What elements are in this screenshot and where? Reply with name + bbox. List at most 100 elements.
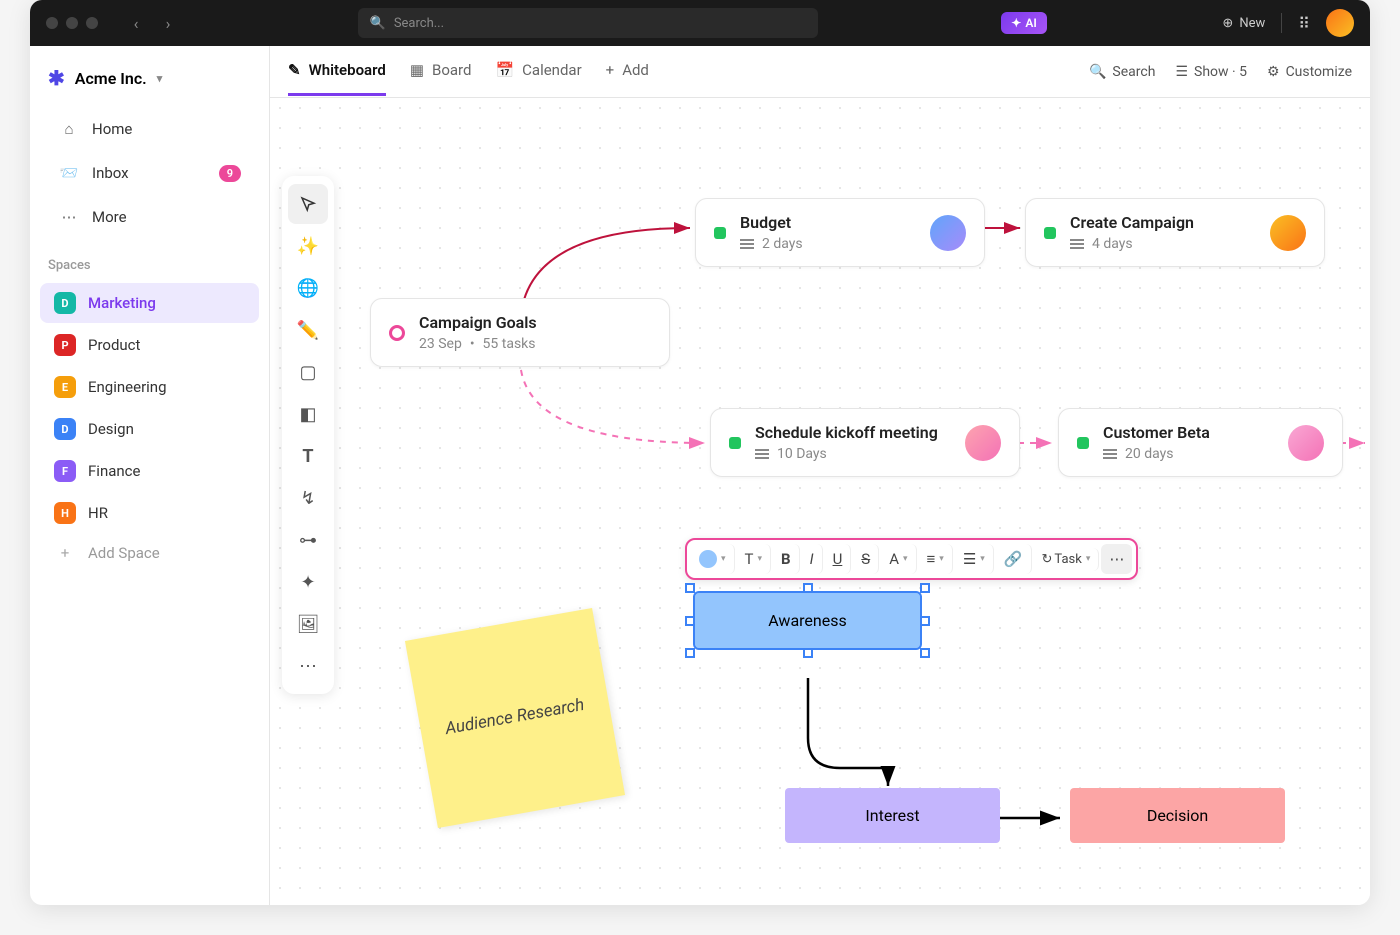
sidebar-space-hr[interactable]: HHR	[40, 493, 259, 533]
list-button[interactable]: ☰▾	[955, 544, 994, 574]
whiteboard-canvas[interactable]: ✨ 🌐 ✏️ ▢ ◧ T ↯ ⊶ ✦ 🖼 ⋯	[270, 98, 1370, 905]
more-format-button[interactable]: ⋯	[1101, 544, 1132, 574]
tab-add[interactable]: + Add	[606, 47, 649, 96]
assignee-avatar[interactable]	[1270, 215, 1306, 251]
assignee-avatar[interactable]	[965, 425, 1001, 461]
tool-more[interactable]: ⋯	[288, 646, 328, 686]
task-card-kickoff[interactable]: Schedule kickoff meeting 10 Days	[710, 408, 1020, 477]
format-toolbar: ▾ T▾ B I U S A▾ ≡▾ ☰▾ 🔗 ↻ Task ▾ ⋯	[685, 538, 1138, 580]
sidebar-item-inbox[interactable]: 📨 Inbox 9	[40, 152, 259, 194]
show-button[interactable]: ☰Show · 5	[1175, 64, 1247, 80]
gear-icon: ⚙	[1267, 64, 1280, 80]
whiteboard-toolbar: ✨ 🌐 ✏️ ▢ ◧ T ↯ ⊶ ✦ 🖼 ⋯	[282, 176, 334, 694]
sidebar-space-engineering[interactable]: E Engineering	[40, 367, 259, 407]
task-card-create-campaign[interactable]: Create Campaign 4 days	[1025, 198, 1325, 267]
font-picker[interactable]: T▾	[737, 544, 771, 574]
shape-awareness[interactable]: Awareness	[695, 593, 920, 648]
tab-calendar[interactable]: 📅 Calendar	[495, 47, 581, 96]
space-label: Marketing	[88, 294, 156, 312]
workspace-logo-icon: ✱	[48, 66, 65, 90]
global-search[interactable]: 🔍 Search...	[358, 8, 818, 38]
align-button[interactable]: ≡▾	[919, 544, 953, 574]
plus-icon: ⊕	[1222, 16, 1233, 31]
whiteboard-icon: ✎	[288, 61, 301, 79]
tool-cursor[interactable]	[288, 184, 328, 224]
back-button[interactable]: ‹	[122, 9, 150, 37]
tool-shape[interactable]: ▢	[288, 352, 328, 392]
status-indicator	[1044, 227, 1056, 239]
convert-task-button[interactable]: ↻ Task ▾	[1034, 548, 1100, 571]
italic-button[interactable]: I	[802, 544, 823, 574]
search-icon: 🔍	[1089, 64, 1106, 80]
task-card-campaign-goals[interactable]: Campaign Goals 23 Sep • 55 tasks	[370, 298, 670, 367]
tool-web[interactable]: 🌐	[288, 268, 328, 308]
sidebar-space-product[interactable]: P Product	[40, 325, 259, 365]
space-icon: E	[54, 376, 76, 398]
tool-sticky[interactable]: ◧	[288, 394, 328, 434]
status-indicator	[1077, 437, 1089, 449]
task-card-budget[interactable]: Budget 2 days	[695, 198, 985, 267]
home-icon: ⌂	[58, 118, 80, 140]
tool-ai[interactable]: ✨	[288, 226, 328, 266]
inbox-badge: 9	[219, 165, 241, 182]
space-icon: F	[54, 460, 76, 482]
sidebar-item-more[interactable]: ⋯ More	[40, 196, 259, 238]
tool-connector[interactable]: ↯	[288, 478, 328, 518]
status-ring-icon	[389, 325, 405, 341]
plus-icon: +	[54, 544, 76, 562]
search-icon: 🔍	[370, 16, 386, 31]
tab-whiteboard[interactable]: ✎ Whiteboard	[288, 47, 386, 96]
ai-button[interactable]: ✦ AI	[1001, 12, 1047, 34]
sidebar-space-finance[interactable]: F Finance	[40, 451, 259, 491]
tool-text[interactable]: T	[288, 436, 328, 476]
user-avatar[interactable]	[1326, 9, 1354, 37]
tool-mindmap[interactable]: ⊶	[288, 520, 328, 560]
customize-button[interactable]: ⚙Customize	[1267, 64, 1352, 80]
calendar-icon: 📅	[495, 61, 514, 79]
new-button[interactable]: ⊕ New	[1222, 16, 1265, 31]
add-space-button[interactable]: + Add Space	[40, 535, 259, 571]
space-icon: H	[54, 502, 76, 524]
sparkle-icon: ✦	[1011, 16, 1021, 30]
workspace-switcher[interactable]: ✱ Acme Inc. ▾	[30, 58, 269, 106]
text-color-button[interactable]: A▾	[881, 544, 916, 574]
more-icon: ⋯	[58, 206, 80, 228]
status-indicator	[729, 437, 741, 449]
sticky-note[interactable]: Audience Research	[405, 608, 625, 828]
sidebar-item-home[interactable]: ⌂ Home	[40, 108, 259, 150]
search-placeholder: Search...	[394, 16, 444, 31]
sidebar-space-design[interactable]: DDesign	[40, 409, 259, 449]
tool-image[interactable]: 🖼	[288, 604, 328, 644]
task-card-customer-beta[interactable]: Customer Beta 20 days	[1058, 408, 1343, 477]
list-icon	[1070, 239, 1084, 249]
color-picker[interactable]: ▾	[691, 544, 735, 574]
underline-button[interactable]: U	[825, 544, 852, 574]
space-icon: D	[54, 418, 76, 440]
strikethrough-button[interactable]: S	[853, 544, 879, 574]
tab-board[interactable]: ▦ Board	[410, 47, 472, 96]
tool-pen[interactable]: ✏️	[288, 310, 328, 350]
spaces-header: Spaces	[30, 240, 269, 281]
shape-interest[interactable]: Interest	[785, 788, 1000, 843]
space-icon: P	[54, 334, 76, 356]
assignee-avatar[interactable]	[930, 215, 966, 251]
sidebar-space-marketing[interactable]: D Marketing	[40, 283, 259, 323]
tool-magic[interactable]: ✦	[288, 562, 328, 602]
divider	[1281, 13, 1282, 33]
apps-icon[interactable]: ⠿	[1298, 14, 1310, 33]
window-controls[interactable]	[46, 17, 98, 29]
inbox-icon: 📨	[58, 162, 80, 184]
shape-decision[interactable]: Decision	[1070, 788, 1285, 843]
space-label: Finance	[88, 462, 140, 480]
space-label: Product	[88, 336, 140, 354]
space-icon: D	[54, 292, 76, 314]
sidebar: ✱ Acme Inc. ▾ ⌂ Home 📨 Inbox 9 ⋯ More Sp…	[30, 46, 270, 905]
bold-button[interactable]: B	[773, 544, 800, 574]
link-button[interactable]: 🔗	[996, 544, 1032, 574]
forward-button[interactable]: ›	[154, 9, 182, 37]
list-icon	[740, 239, 754, 249]
chevron-down-icon: ▾	[157, 72, 163, 85]
space-label: Engineering	[88, 378, 167, 396]
assignee-avatar[interactable]	[1288, 425, 1324, 461]
view-search-button[interactable]: 🔍Search	[1089, 64, 1155, 80]
